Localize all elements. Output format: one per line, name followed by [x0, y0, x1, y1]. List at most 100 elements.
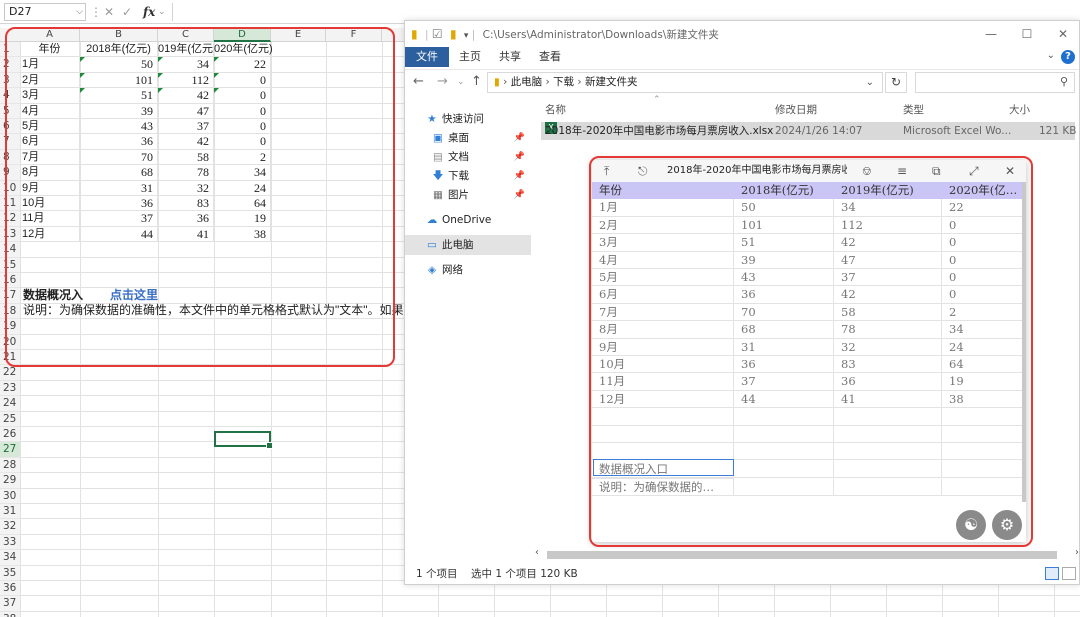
scroll-left-icon[interactable]: ‹	[535, 547, 539, 558]
table-cell[interactable]: 年份	[20, 42, 80, 58]
tab-home[interactable]: 主页	[459, 47, 481, 67]
row-header[interactable]: 11	[0, 196, 20, 212]
row-header[interactable]: 29	[0, 473, 20, 489]
table-cell[interactable]: 10月	[20, 196, 80, 212]
table-cell[interactable]	[734, 443, 834, 461]
tiles-view-icon[interactable]	[1062, 567, 1076, 580]
search-input[interactable]: ⚲	[915, 72, 1075, 93]
table-cell[interactable]: 32	[834, 338, 942, 356]
table-cell[interactable]: 0	[214, 134, 271, 150]
table-cell[interactable]: 0	[214, 119, 271, 135]
maximize-button[interactable]: ☐	[1009, 21, 1045, 47]
settings-list-icon[interactable]: ≡	[897, 160, 907, 182]
chevron-down-icon[interactable]: ⌄	[1047, 50, 1055, 61]
table-cell[interactable]: 7月	[592, 303, 734, 322]
table-cell[interactable]: 47	[834, 251, 942, 269]
table-cell[interactable]: 58	[158, 149, 214, 166]
table-cell[interactable]: 12月	[592, 390, 734, 409]
table-cell[interactable]: 1月	[592, 199, 734, 217]
active-preview-cell[interactable]	[593, 459, 734, 476]
table-cell[interactable]: 58	[834, 303, 942, 322]
table-cell[interactable]: 43	[734, 269, 834, 287]
pin-icon[interactable]: ⎋	[638, 160, 648, 182]
tab-file[interactable]: 文件	[405, 47, 449, 67]
table-cell[interactable]: 7月	[20, 149, 80, 166]
table-cell[interactable]: 36	[734, 356, 834, 374]
row-header[interactable]: 18	[0, 303, 20, 320]
table-cell[interactable]: 38	[942, 390, 1024, 409]
row-header[interactable]: 38	[0, 611, 20, 617]
table-cell[interactable]: 34	[834, 199, 942, 217]
back-icon[interactable]: ←	[413, 74, 424, 89]
table-cell[interactable]: 019年(亿元	[158, 42, 214, 58]
table-cell[interactable]: 78	[158, 165, 214, 181]
column-name[interactable]: 名称	[545, 102, 566, 117]
vertical-scrollbar[interactable]	[1022, 182, 1026, 502]
column-header-c[interactable]: C	[158, 28, 214, 42]
row-header[interactable]: 27	[0, 442, 20, 458]
table-cell[interactable]: 51	[734, 234, 834, 252]
new-folder-icon[interactable]: ▮	[450, 21, 457, 47]
properties-icon[interactable]: ☑	[432, 21, 443, 47]
table-cell[interactable]: 32	[158, 180, 214, 196]
table-cell[interactable]: 50	[734, 199, 834, 217]
row-header[interactable]: 17	[0, 288, 20, 304]
row-header[interactable]: 36	[0, 581, 20, 597]
help-icon[interactable]: ?	[1061, 50, 1075, 64]
table-cell[interactable]: 64	[214, 196, 271, 212]
table-cell[interactable]: 64	[942, 356, 1024, 374]
table-cell[interactable]: 41	[158, 226, 214, 243]
row-header[interactable]: 15	[0, 257, 20, 273]
row-header[interactable]: 35	[0, 565, 20, 581]
table-cell[interactable]	[942, 478, 1024, 497]
table-cell[interactable]: 0	[214, 88, 271, 104]
gear-icon[interactable]: ⚙	[992, 510, 1022, 540]
table-cell[interactable]: 6月	[592, 286, 734, 304]
table-cell[interactable]: 2020年(亿…	[942, 182, 1024, 199]
table-cell[interactable]: 0	[214, 103, 271, 119]
row-header[interactable]: 7	[0, 134, 20, 150]
table-cell[interactable]: 43	[80, 119, 158, 135]
formula-input[interactable]	[172, 3, 1076, 21]
table-cell[interactable]: 50	[80, 57, 158, 73]
row-header[interactable]: 20	[0, 334, 20, 350]
fx-icon[interactable]: fx	[143, 3, 155, 21]
table-cell[interactable]: 112	[158, 72, 214, 89]
tab-share[interactable]: 共享	[499, 47, 521, 67]
table-cell[interactable]: 10月	[592, 356, 734, 374]
row-header[interactable]: 8	[0, 149, 20, 166]
table-cell[interactable]: 11月	[592, 373, 734, 391]
address-bar[interactable]: ▮ › 此电脑 › 下载 › 新建文件夹 ⌄	[487, 72, 883, 93]
minimize-button[interactable]: —	[973, 21, 1009, 47]
row-header[interactable]: 6	[0, 119, 20, 135]
row-header[interactable]: 4	[0, 88, 20, 104]
scroll-right-icon[interactable]: ›	[1075, 547, 1079, 558]
table-cell[interactable]: 12月	[20, 226, 80, 243]
column-header-a[interactable]: A	[20, 28, 80, 42]
table-cell[interactable]: 68	[734, 321, 834, 339]
row-header[interactable]: 9	[0, 165, 20, 181]
table-cell[interactable]	[592, 443, 734, 461]
expand-icon[interactable]: ⤢	[969, 160, 979, 182]
horizontal-scrollbar[interactable]: ‹ ›	[533, 547, 1079, 561]
table-cell[interactable]: 22	[942, 199, 1024, 217]
table-cell[interactable]: 42	[158, 88, 214, 104]
row-header[interactable]: 30	[0, 488, 20, 504]
row-header[interactable]: 13	[0, 226, 20, 243]
row-header[interactable]: 31	[0, 504, 20, 520]
table-cell[interactable]: 5月	[20, 119, 80, 135]
row-header[interactable]: 16	[0, 273, 20, 289]
table-cell[interactable]: 36	[834, 373, 942, 391]
chevron-down-icon[interactable]: ⌄	[158, 3, 166, 21]
table-cell[interactable]: 3月	[20, 88, 80, 104]
row-header[interactable]: 19	[0, 319, 20, 335]
column-type[interactable]: 类型	[903, 102, 924, 117]
table-cell[interactable]: 39	[734, 251, 834, 269]
table-cell[interactable]: 4月	[20, 103, 80, 119]
table-cell[interactable]: 11月	[20, 211, 80, 227]
row-header[interactable]: 33	[0, 534, 20, 551]
tab-view[interactable]: 查看	[539, 47, 561, 67]
pin-top-icon[interactable]: ⤒	[604, 160, 609, 182]
table-cell[interactable]: 24	[214, 180, 271, 196]
recent-icon[interactable]: ⌄	[457, 77, 465, 87]
